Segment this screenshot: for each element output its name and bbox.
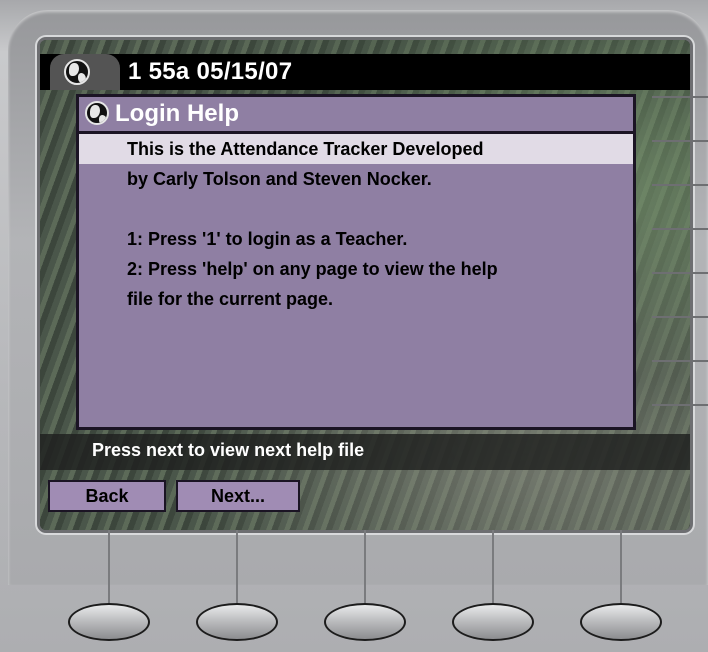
softkey-button-5[interactable] <box>580 603 662 641</box>
status-text: Press next to view next help file <box>92 440 365 460</box>
help-line: This is the Attendance Tracker Developed <box>79 134 633 164</box>
help-line: by Carly Tolson and Steven Nocker. <box>127 169 432 189</box>
tick-mark <box>652 272 708 274</box>
help-line <box>79 194 633 224</box>
softkey-button-4[interactable] <box>452 603 534 641</box>
softkey-button-2[interactable] <box>196 603 278 641</box>
tick-mark <box>652 360 708 362</box>
help-line: 2: Press 'help' on any page to view the … <box>127 259 498 279</box>
help-line: file for the current page. <box>127 289 334 309</box>
tick-mark <box>652 140 708 142</box>
status-bar: Press next to view next help file <box>40 434 690 470</box>
stem-line <box>620 530 622 612</box>
tick-mark <box>652 404 708 406</box>
globe-icon <box>85 101 109 125</box>
stem-line <box>492 530 494 612</box>
softkey-bar: Back Next... <box>40 476 690 516</box>
phone-screen: 1 55a 05/15/07 Login Help This is the At… <box>40 40 690 530</box>
next-button[interactable]: Next... <box>176 480 300 512</box>
stem-line <box>364 530 366 612</box>
help-line: 1: Press '1' to login as a Teacher. <box>127 229 408 249</box>
status-header: 1 55a 05/15/07 <box>40 54 690 90</box>
clock-text: 1 55a 05/15/07 <box>128 58 293 85</box>
tick-mark <box>652 228 708 230</box>
tick-mark <box>652 316 708 318</box>
panel-title-bar: Login Help <box>79 97 633 134</box>
softkey-button-3[interactable] <box>324 603 406 641</box>
stem-line <box>236 530 238 612</box>
help-text: This is the Attendance Tracker Developed… <box>79 134 633 314</box>
globe-icon <box>64 59 90 85</box>
back-button[interactable]: Back <box>48 480 166 512</box>
stem-line <box>108 530 110 612</box>
help-panel: Login Help This is the Attendance Tracke… <box>76 94 636 430</box>
page-title: Login Help <box>115 100 239 127</box>
tick-mark <box>652 96 708 98</box>
side-tick-marks <box>652 96 708 426</box>
tick-mark <box>652 184 708 186</box>
softkey-button-1[interactable] <box>68 603 150 641</box>
